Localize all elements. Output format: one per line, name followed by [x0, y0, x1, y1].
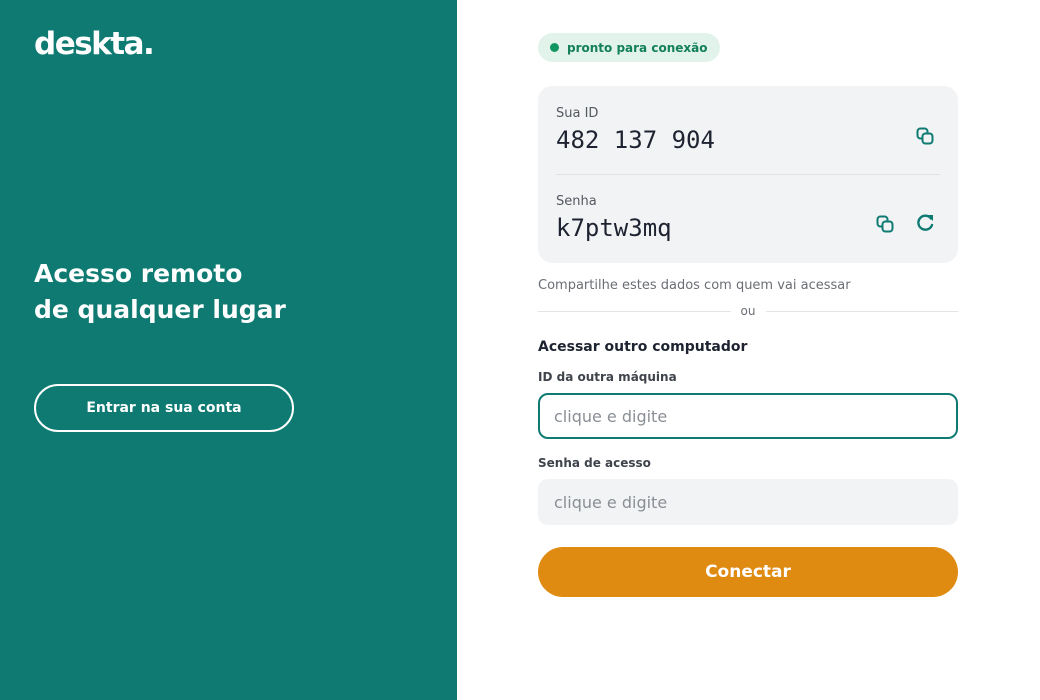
my-id-label: Sua ID	[556, 106, 599, 121]
remote-password-label: Senha de acesso	[538, 456, 651, 470]
copy-icon	[916, 127, 934, 145]
refresh-icon	[917, 214, 934, 231]
status-text: pronto para conexão	[567, 40, 708, 55]
credentials-card: Sua ID 482 137 904 Senha k7ptw3mq	[538, 86, 958, 263]
password-value: k7ptw3mq	[556, 214, 672, 242]
or-divider: ou	[538, 304, 958, 320]
remote-id-label: ID da outra máquina	[538, 370, 677, 384]
remote-section-title: Acessar outro computador	[538, 339, 748, 355]
login-button[interactable]: Entrar na sua conta	[34, 384, 294, 432]
copy-password-icon[interactable]	[874, 213, 896, 235]
connect-button[interactable]: Conectar	[538, 547, 958, 597]
hero-tagline: Acesso remoto de qualquer lugar	[34, 256, 286, 328]
status-badge: pronto para conexão	[538, 33, 721, 62]
divider-line-right	[766, 311, 958, 312]
copy-icon	[876, 215, 894, 233]
hero-line-1: Acesso remoto	[34, 259, 243, 288]
password-label: Senha	[556, 194, 597, 209]
connection-panel: pronto para conexão Sua ID 482 137 904 S…	[457, 0, 1040, 700]
copy-id-icon[interactable]	[914, 125, 936, 147]
app-logo: deskta.	[34, 26, 155, 62]
brand-panel: deskta. Acesso remoto de qualquer lugar …	[0, 0, 457, 700]
remote-id-input[interactable]	[538, 393, 958, 439]
status-dot-icon	[550, 43, 559, 52]
card-divider	[556, 174, 940, 175]
my-id-value: 482 137 904	[556, 126, 715, 154]
share-hint: Compartilhe estes dados com quem vai ace…	[538, 278, 851, 293]
remote-password-input[interactable]	[538, 479, 958, 525]
refresh-password-icon[interactable]	[914, 212, 936, 234]
hero-line-2: de qualquer lugar	[34, 295, 286, 324]
